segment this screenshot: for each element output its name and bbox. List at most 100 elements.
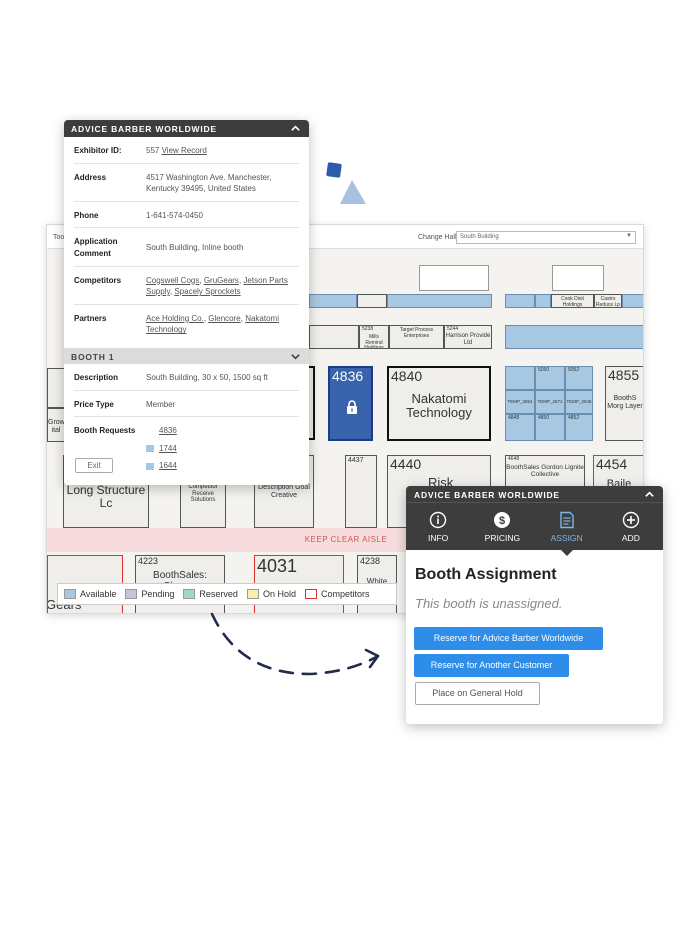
partner-link[interactable]: Ace Holding Co.	[146, 314, 204, 323]
booth-number: 4848	[508, 415, 520, 421]
competitor-link[interactable]: GruGears	[204, 276, 239, 285]
legend-item-available: Available	[64, 589, 116, 599]
tab-info[interactable]: INFO	[406, 503, 470, 550]
booth[interactable]: Target Process Enterprises	[389, 325, 444, 349]
dollar-icon: $	[494, 512, 511, 528]
assignment-popup: ADVICE BARBER WORLDWIDE INFO $ PRICING A…	[406, 486, 663, 724]
tab-pricing[interactable]: $ PRICING	[470, 503, 534, 550]
booth-name: BoothSales Gordon Lignite Collective	[506, 464, 584, 479]
competitor-link[interactable]: Cogswell Cogs	[146, 276, 199, 285]
booth[interactable]: 4840 Nakatomi Technology	[387, 366, 491, 441]
competitors-row: Competitors Cogswell Cogs, GruGears, Jet…	[74, 267, 299, 305]
booth[interactable]: 4852	[565, 414, 593, 441]
assignment-status: This booth is unassigned.	[415, 596, 563, 611]
booth[interactable]: 4848	[505, 414, 535, 441]
available-swatch	[146, 445, 154, 453]
request-item: 1644	[146, 460, 299, 472]
legend: Available Pending Reserved On Hold Compe…	[57, 583, 397, 605]
legend-item-on-hold: On Hold	[246, 589, 296, 599]
competitor-link[interactable]: Spacely Sprockets	[174, 287, 240, 296]
phone-value: 1-641-574-0450	[146, 210, 203, 220]
reserve-self-button[interactable]: Reserve for Advice Barber Worldwide	[414, 627, 603, 650]
general-hold-button[interactable]: Place on General Hold	[415, 682, 540, 705]
booth-name: Competitor Receive Solutions	[188, 484, 218, 504]
request-link[interactable]: 1644	[159, 460, 177, 472]
booth[interactable]: 5238 Mills Remind Holdings	[359, 325, 389, 349]
booth-number: 4648	[508, 456, 520, 462]
request-link[interactable]: 1744	[159, 443, 177, 455]
legend-label: Available	[80, 589, 117, 599]
legend-label: Competitors	[320, 589, 370, 599]
description-value: South Building, 30 x 50, 1500 sq ft	[146, 372, 268, 382]
field-label: Phone	[74, 210, 99, 220]
booth[interactable]: TEMP_2871	[535, 390, 565, 414]
booth[interactable]	[505, 325, 643, 349]
info-icon	[429, 511, 447, 529]
legend-item-competitors: Competitors	[304, 589, 370, 599]
booth[interactable]	[309, 294, 357, 308]
booth[interactable]	[387, 294, 492, 308]
chevron-up-icon[interactable]	[644, 489, 655, 500]
booth[interactable]: 5050	[535, 366, 565, 390]
booth-name: Target Process Enterprises	[399, 327, 434, 339]
address-value: 4517 Washington Ave. Manchester, Kentuck…	[146, 172, 272, 194]
legend-swatch	[64, 589, 76, 599]
booth[interactable]: Castro Reduce Lp	[594, 294, 622, 308]
booth[interactable]: 4648 BoothSales Gordon Lignite Collectiv…	[505, 455, 585, 487]
price-row: Price Type Member	[74, 391, 299, 418]
hall-select[interactable]: South Building ▼	[456, 231, 636, 244]
request-link[interactable]: 4836	[159, 425, 177, 437]
booth[interactable]: Cook Dixit Holdings	[551, 294, 594, 308]
booth[interactable]: TEMP_2846	[565, 390, 593, 414]
app-comment-row: Application Comment South Building, Inli…	[74, 228, 299, 267]
booth[interactable]: 4850	[535, 414, 565, 441]
booth-number: 5052	[568, 367, 580, 373]
phone-row: Phone 1-641-574-0450	[74, 202, 299, 229]
field-label: Exhibitor ID:	[74, 146, 122, 155]
chevron-down-icon[interactable]	[290, 351, 301, 362]
tab-label: ADD	[621, 533, 640, 543]
floor-structure	[419, 265, 489, 291]
chevron-up-icon[interactable]	[290, 123, 301, 134]
tab-add[interactable]: ADD	[599, 503, 663, 550]
view-record-link[interactable]: View Record	[162, 146, 207, 155]
booth[interactable]: TEMP_2854	[505, 390, 535, 414]
booth[interactable]	[309, 325, 359, 349]
tab-assign[interactable]: ASSIGN	[535, 503, 599, 556]
exit-button[interactable]: Exit	[75, 458, 113, 473]
booth[interactable]	[505, 294, 535, 308]
available-swatch	[146, 462, 154, 470]
lock-icon	[347, 400, 357, 414]
booth[interactable]	[505, 366, 535, 390]
reserve-other-button[interactable]: Reserve for Another Customer	[414, 654, 569, 677]
booth-section-title: BOOTH 1	[71, 351, 115, 362]
booth[interactable]: 5052	[565, 366, 593, 390]
booth-section-header[interactable]: BOOTH 1	[64, 347, 309, 364]
booth-number: 4238	[360, 556, 381, 566]
booth-number: 4454	[596, 456, 628, 472]
exhibitor-popup-header: ADVICE BARBER WORLDWIDE	[64, 120, 309, 137]
booth[interactable]: 5244 Harrison Provide Ltd	[444, 325, 492, 349]
booth[interactable]: 4437	[345, 455, 377, 528]
decorative-triangle	[340, 180, 366, 204]
booth-number: 4850	[538, 415, 550, 421]
legend-swatch	[246, 589, 259, 599]
legend-label: Pending	[141, 589, 175, 599]
booth-4836-selected[interactable]: 4836	[328, 366, 373, 441]
booth-name: Castro Reduce Lp	[595, 296, 621, 308]
booth[interactable]	[535, 294, 551, 308]
booth[interactable]: 4855 BoothS Morg Layer	[605, 366, 643, 441]
legend-item-pending: Pending	[125, 589, 174, 599]
legend-swatch	[183, 589, 196, 599]
legend-swatch	[125, 589, 138, 599]
booth[interactable]	[47, 368, 65, 408]
address-row: Address 4517 Washington Ave. Manchester,…	[74, 164, 299, 202]
dashed-arrow	[210, 612, 380, 676]
booth-number: 5244	[447, 326, 459, 332]
booth[interactable]	[357, 294, 387, 308]
booth[interactable]: Grow ital	[47, 408, 65, 442]
partner-link[interactable]: Glencore	[208, 314, 240, 323]
assignment-popup-title: ADVICE BARBER WORLDWIDE	[414, 490, 560, 500]
booth[interactable]	[622, 294, 643, 308]
assignment-tabs: INFO $ PRICING ASSIGN ADD	[406, 502, 663, 556]
